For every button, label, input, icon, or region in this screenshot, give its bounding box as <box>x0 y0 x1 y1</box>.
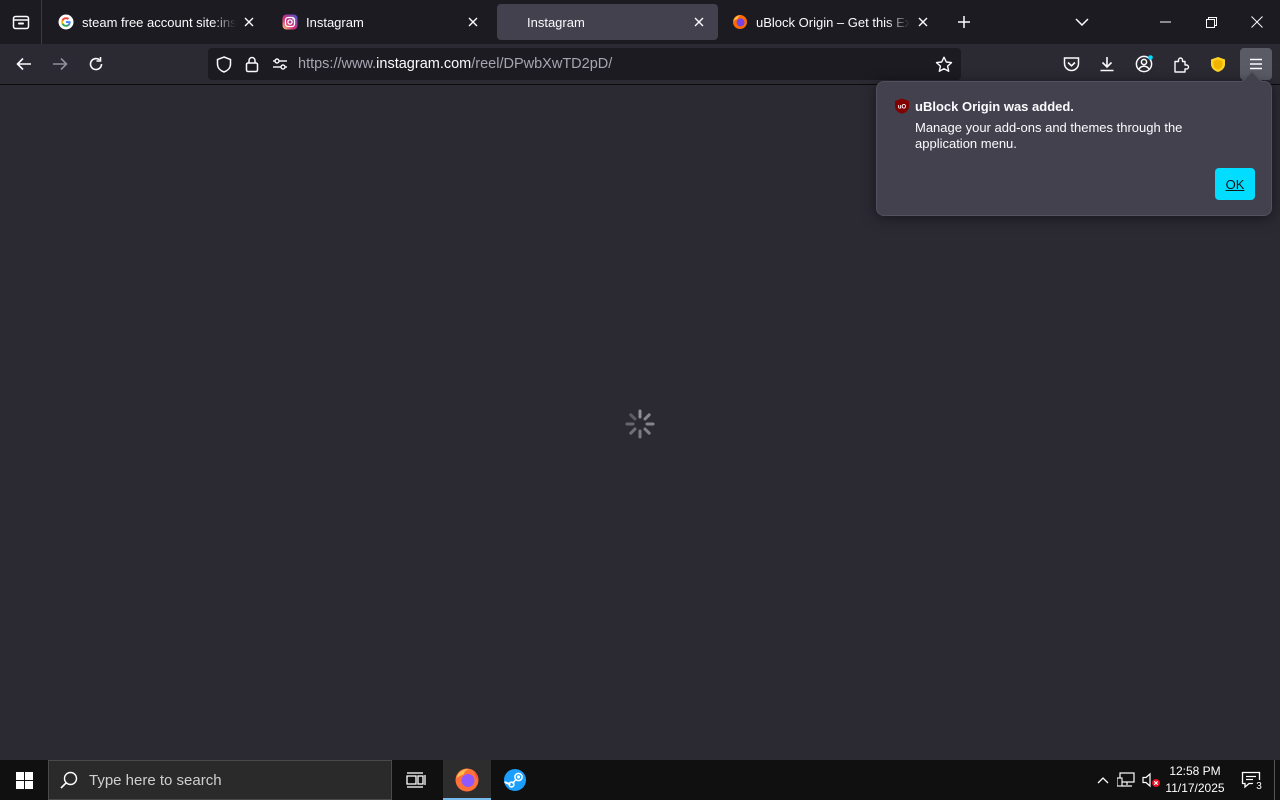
taskbar-steam-button[interactable] <box>491 760 539 800</box>
chevron-up-icon <box>1097 776 1109 783</box>
forward-button[interactable] <box>44 48 76 80</box>
system-clock[interactable]: 12:58 PM 11/17/2025 <box>1160 763 1230 797</box>
tab-strip: steam free account site:instagram.com In… <box>0 0 1280 44</box>
firefox-icon <box>732 14 748 30</box>
tab-label: uBlock Origin – Get this Extension for F… <box>756 14 910 30</box>
arrow-right-icon <box>53 57 68 71</box>
url-host: instagram.com <box>376 56 472 72</box>
ok-button[interactable]: OK <box>1215 168 1255 200</box>
tab-label: Instagram <box>527 14 585 30</box>
windows-logo-icon <box>15 771 33 789</box>
show-hidden-icons-button[interactable] <box>1094 760 1112 800</box>
url-path: /reel/DPwbXwTD2pD/ <box>471 56 613 72</box>
minimize-icon <box>1159 21 1171 23</box>
tab-instagram[interactable]: Instagram <box>270 4 492 40</box>
google-g-icon <box>58 14 74 30</box>
addon-installed-panel: uO uBlock Origin was added. Manage your … <box>876 71 1272 216</box>
task-view-icon <box>406 772 426 788</box>
network-status-button[interactable] <box>1116 760 1138 800</box>
network-icon <box>1117 772 1135 787</box>
url-text[interactable]: https://www.instagram.com/reel/DPwbXwTD2… <box>298 48 612 80</box>
shield-badge-icon <box>1211 56 1225 72</box>
save-to-pocket-button[interactable] <box>1055 48 1087 80</box>
downloads-button[interactable] <box>1091 48 1123 80</box>
close-icon <box>1251 16 1263 28</box>
restore-button[interactable] <box>1188 0 1234 44</box>
url-prefix: https://www. <box>298 56 377 72</box>
tab-google-search[interactable]: steam free account site:instagram.com <box>46 4 268 40</box>
tab-ublock-origin-addon[interactable]: uBlock Origin – Get this Extension for F… <box>720 4 942 40</box>
account-button[interactable] <box>1128 48 1160 80</box>
extensions-button[interactable] <box>1165 48 1197 80</box>
tab-close-button[interactable] <box>464 13 482 31</box>
tab-instagram-active[interactable]: Instagram <box>497 4 718 40</box>
back-button[interactable] <box>8 48 40 80</box>
clock-time: 12:58 PM <box>1169 764 1221 778</box>
close-icon <box>468 17 478 27</box>
minimize-button[interactable] <box>1142 0 1188 44</box>
search-icon <box>49 761 89 799</box>
start-button[interactable] <box>0 760 48 800</box>
taskbar-firefox-button[interactable] <box>443 760 491 800</box>
puzzle-piece-icon <box>1173 56 1189 73</box>
permissions-icon[interactable] <box>266 48 294 80</box>
account-icon <box>1135 55 1153 73</box>
notification-count-badge: 3 <box>1252 780 1266 794</box>
new-tab-button[interactable] <box>950 8 978 36</box>
close-icon <box>694 17 704 27</box>
lock-icon[interactable] <box>238 48 266 80</box>
download-icon <box>1100 57 1114 72</box>
panel-title: uBlock Origin was added. <box>915 99 1074 114</box>
reload-icon <box>89 57 103 71</box>
firefox-view-button[interactable] <box>0 0 42 44</box>
show-desktop-button[interactable] <box>1274 760 1280 800</box>
windows-taskbar: Type here to search 12:58 PM 11/17/2025 … <box>0 760 1280 800</box>
panel-message: Manage your add-ons and themes through t… <box>915 120 1183 151</box>
firefox-view-icon <box>12 15 29 30</box>
restore-icon <box>1205 16 1217 28</box>
reload-button[interactable] <box>80 48 112 80</box>
task-view-button[interactable] <box>392 760 440 800</box>
tab-close-button[interactable] <box>914 13 932 31</box>
volume-button[interactable] <box>1140 760 1162 800</box>
list-all-tabs-button[interactable] <box>1068 8 1096 36</box>
address-bar[interactable]: https://www.instagram.com/reel/DPwbXwTD2… <box>208 48 961 80</box>
taskbar-search-box[interactable]: Type here to search <box>48 760 392 800</box>
search-placeholder: Type here to search <box>89 771 222 789</box>
firefox-icon <box>455 768 479 792</box>
chevron-down-icon <box>1075 18 1089 26</box>
arrow-left-icon <box>16 57 31 71</box>
tab-close-button[interactable] <box>690 13 708 31</box>
hamburger-menu-icon <box>1250 58 1262 70</box>
tab-label: steam free account site:instagram.com <box>82 14 236 30</box>
action-center-button[interactable]: 3 <box>1234 760 1268 800</box>
navigation-toolbar: https://www.instagram.com/reel/DPwbXwTD2… <box>0 44 1280 85</box>
volume-muted-icon <box>1142 772 1160 788</box>
ublock-origin-icon: uO <box>895 98 909 114</box>
pocket-icon <box>1063 57 1079 72</box>
tab-close-button[interactable] <box>240 13 258 31</box>
close-icon <box>244 17 254 27</box>
tab-label: Instagram <box>306 14 364 30</box>
bookmark-star-icon[interactable] <box>930 48 958 80</box>
close-icon <box>918 17 928 27</box>
close-window-button[interactable] <box>1234 0 1280 44</box>
privacy-extension-button[interactable] <box>1202 48 1234 80</box>
tracking-protection-shield-icon[interactable] <box>210 48 238 80</box>
svg-text:uO: uO <box>898 105 907 111</box>
instagram-icon <box>282 14 298 30</box>
plus-icon <box>958 16 970 28</box>
steam-icon <box>504 769 526 791</box>
clock-date: 11/17/2025 <box>1165 781 1225 795</box>
loading-spinner-icon <box>625 409 655 439</box>
